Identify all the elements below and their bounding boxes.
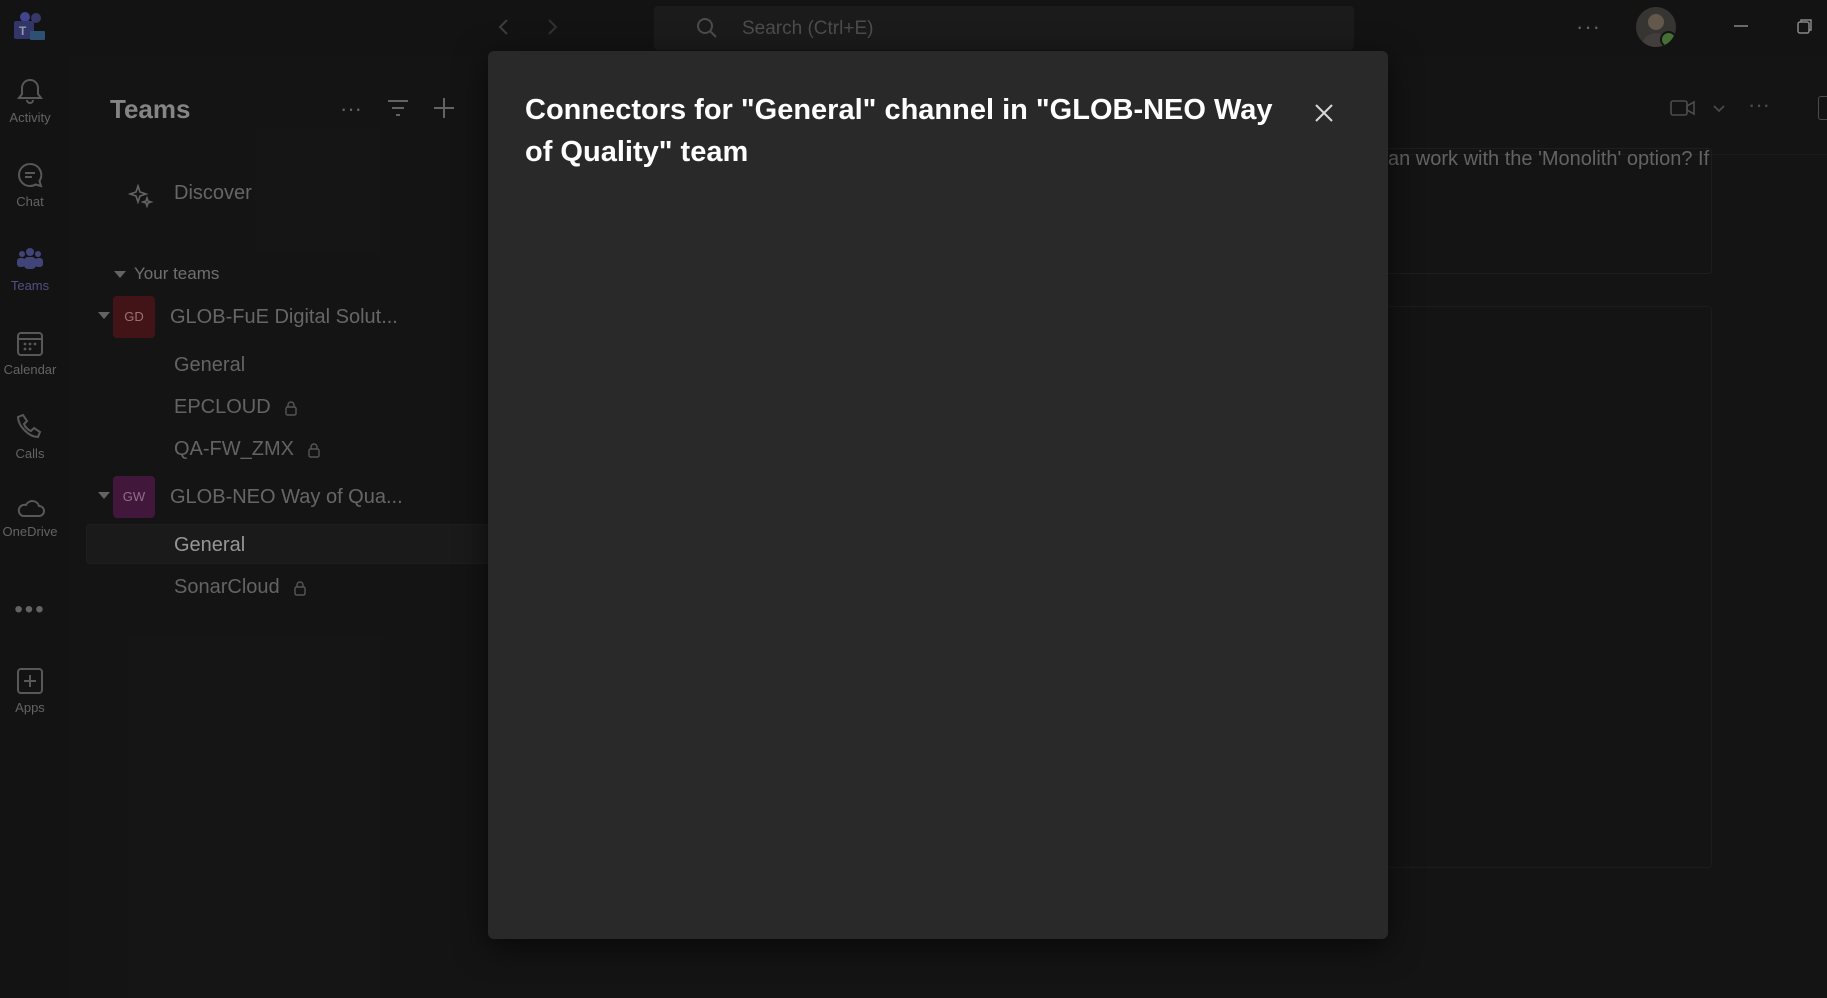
close-icon[interactable] <box>1310 99 1338 127</box>
dialog-title: Connectors for "General" channel in "GLO… <box>525 94 1273 168</box>
connectors-dialog: Connectors for "General" channel in "GLO… <box>488 51 1388 939</box>
